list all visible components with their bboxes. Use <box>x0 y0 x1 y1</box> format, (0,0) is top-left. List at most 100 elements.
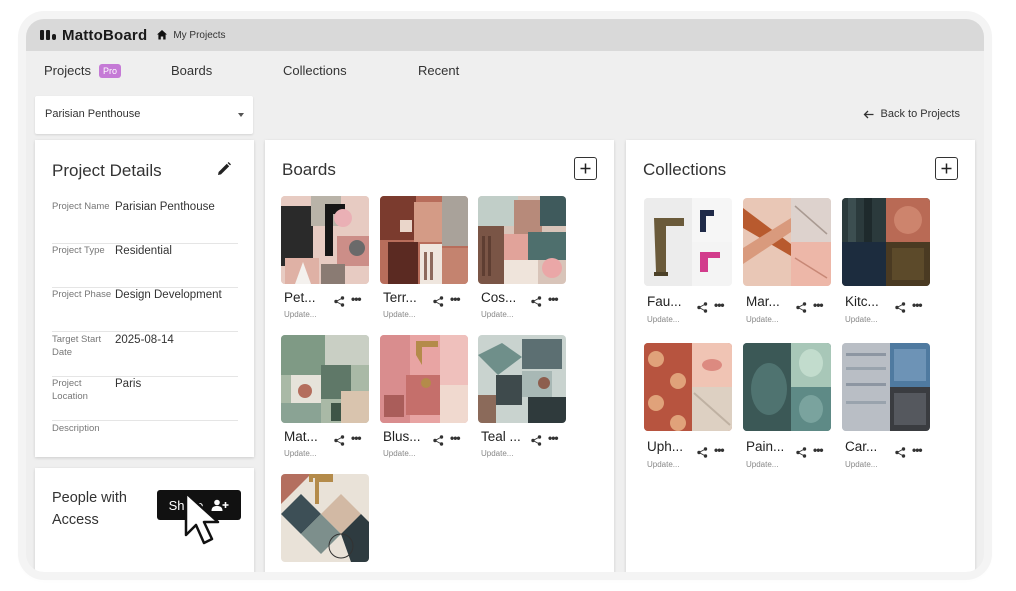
more-options-icon[interactable]: ••• <box>548 431 559 445</box>
board-thumbnail[interactable] <box>380 196 468 284</box>
board-thumbnail[interactable] <box>478 196 566 284</box>
share-icon[interactable] <box>334 296 345 307</box>
detail-label: Description <box>52 423 100 434</box>
collection-thumbnail[interactable] <box>842 198 930 286</box>
collection-thumbnail[interactable] <box>743 198 831 286</box>
detail-row-description: Description <box>52 422 238 466</box>
detail-label: Project Phase <box>52 289 112 300</box>
detail-row-name: Project Name Parisian Penthouse <box>52 200 238 244</box>
board-tile[interactable]: Blus... Update... ••• <box>380 335 468 459</box>
more-options-icon[interactable]: ••• <box>450 431 461 445</box>
board-thumbnail[interactable] <box>380 335 468 423</box>
add-board-button[interactable] <box>574 157 597 180</box>
tile-name: Mar... <box>746 294 780 309</box>
collection-tile[interactable]: Car... Update... ••• <box>842 343 930 469</box>
tile-updated: Update... <box>746 460 779 469</box>
tile-name: Uph... <box>647 439 684 454</box>
detail-value: Design Development <box>115 289 222 301</box>
main-nav: Projects Pro Boards Collections Recent <box>26 51 984 95</box>
more-options-icon[interactable]: ••• <box>351 292 362 306</box>
tab-projects[interactable]: Projects Pro <box>44 63 121 78</box>
board-moodboard-image <box>281 196 369 284</box>
app-window: MattoBoard My Projects Projects Pro Board… <box>26 19 984 572</box>
board-thumbnail[interactable] <box>478 335 566 423</box>
mattoboard-logo-icon[interactable] <box>40 30 56 40</box>
detail-row-start-date: Target Start Date 2025-08-14 <box>52 333 238 377</box>
share-icon[interactable] <box>796 447 807 458</box>
share-icon[interactable] <box>531 296 542 307</box>
board-tile[interactable] <box>281 474 369 572</box>
share-icon[interactable] <box>697 302 708 313</box>
collection-thumbnail[interactable] <box>842 343 930 431</box>
more-options-icon[interactable]: ••• <box>351 431 362 445</box>
back-link-label: Back to Projects <box>880 108 960 120</box>
tile-updated: Update... <box>481 449 514 458</box>
board-tile[interactable]: Teal ... Update... ••• <box>478 335 566 459</box>
board-moodboard-image <box>281 335 369 423</box>
tile-updated: Update... <box>284 310 317 319</box>
mouse-cursor-icon <box>184 491 220 545</box>
more-options-icon[interactable]: ••• <box>912 443 923 457</box>
board-tile[interactable]: Mat... Update... ••• <box>281 335 369 459</box>
more-options-icon[interactable]: ••• <box>714 443 725 457</box>
tab-boards[interactable]: Boards <box>171 63 212 78</box>
add-collection-button[interactable] <box>935 157 958 180</box>
collection-tile[interactable]: Kitc... Update... ••• <box>842 198 930 324</box>
tile-updated: Update... <box>284 449 317 458</box>
board-moodboard-image <box>281 474 369 562</box>
collection-thumbnail[interactable] <box>743 343 831 431</box>
share-icon[interactable] <box>796 302 807 313</box>
chevron-down-icon <box>238 113 244 117</box>
more-options-icon[interactable]: ••• <box>548 292 559 306</box>
share-icon[interactable] <box>895 302 906 313</box>
board-moodboard-image <box>380 335 468 423</box>
tab-projects-label: Projects <box>44 63 91 78</box>
share-icon[interactable] <box>334 435 345 446</box>
tab-collections[interactable]: Collections <box>283 63 347 78</box>
share-icon[interactable] <box>895 447 906 458</box>
tile-updated: Update... <box>383 310 416 319</box>
collections-title: Collections <box>643 160 727 179</box>
more-options-icon[interactable]: ••• <box>813 443 824 457</box>
plus-icon <box>580 163 591 174</box>
more-options-icon[interactable]: ••• <box>714 298 725 312</box>
project-select[interactable]: Parisian Penthouse <box>35 96 253 134</box>
project-select-value: Parisian Penthouse <box>45 108 141 120</box>
tile-updated: Update... <box>383 449 416 458</box>
share-icon[interactable] <box>531 435 542 446</box>
board-moodboard-image <box>478 196 566 284</box>
board-tile[interactable]: Pet... Update... ••• <box>281 196 369 320</box>
tile-updated: Update... <box>746 315 779 324</box>
tile-name: Blus... <box>383 429 421 444</box>
app-logo-text[interactable]: MattoBoard <box>62 27 147 44</box>
collection-image <box>743 198 831 286</box>
board-tile[interactable]: Cos... Update... ••• <box>478 196 566 320</box>
tile-name: Pain... <box>746 439 785 454</box>
tile-updated: Update... <box>845 315 878 324</box>
breadcrumb[interactable]: My Projects <box>173 30 225 41</box>
share-icon[interactable] <box>433 296 444 307</box>
pencil-icon[interactable] <box>216 161 232 177</box>
collection-tile[interactable]: Pain... Update... ••• <box>743 343 831 469</box>
detail-value: Residential <box>115 245 172 257</box>
more-options-icon[interactable]: ••• <box>912 298 923 312</box>
tile-name: Mat... <box>284 429 318 444</box>
board-thumbnail[interactable] <box>281 474 369 562</box>
collection-tile[interactable]: Fau... Update... ••• <box>644 198 732 324</box>
tile-name: Car... <box>845 439 878 454</box>
share-icon[interactable] <box>433 435 444 446</box>
more-options-icon[interactable]: ••• <box>450 292 461 306</box>
home-icon[interactable] <box>156 29 168 41</box>
tab-recent[interactable]: Recent <box>418 63 459 78</box>
collection-tile[interactable]: Mar... Update... ••• <box>743 198 831 324</box>
collection-thumbnail[interactable] <box>644 343 732 431</box>
share-icon[interactable] <box>697 447 708 458</box>
board-tile[interactable]: Terr... Update... ••• <box>380 196 468 320</box>
back-to-projects-link[interactable]: Back to Projects <box>863 108 960 120</box>
detail-row-phase: Project Phase Design Development <box>52 288 238 332</box>
board-thumbnail[interactable] <box>281 335 369 423</box>
collection-tile[interactable]: Uph... Update... ••• <box>644 343 732 469</box>
more-options-icon[interactable]: ••• <box>813 298 824 312</box>
board-thumbnail[interactable] <box>281 196 369 284</box>
collection-thumbnail[interactable] <box>644 198 732 286</box>
